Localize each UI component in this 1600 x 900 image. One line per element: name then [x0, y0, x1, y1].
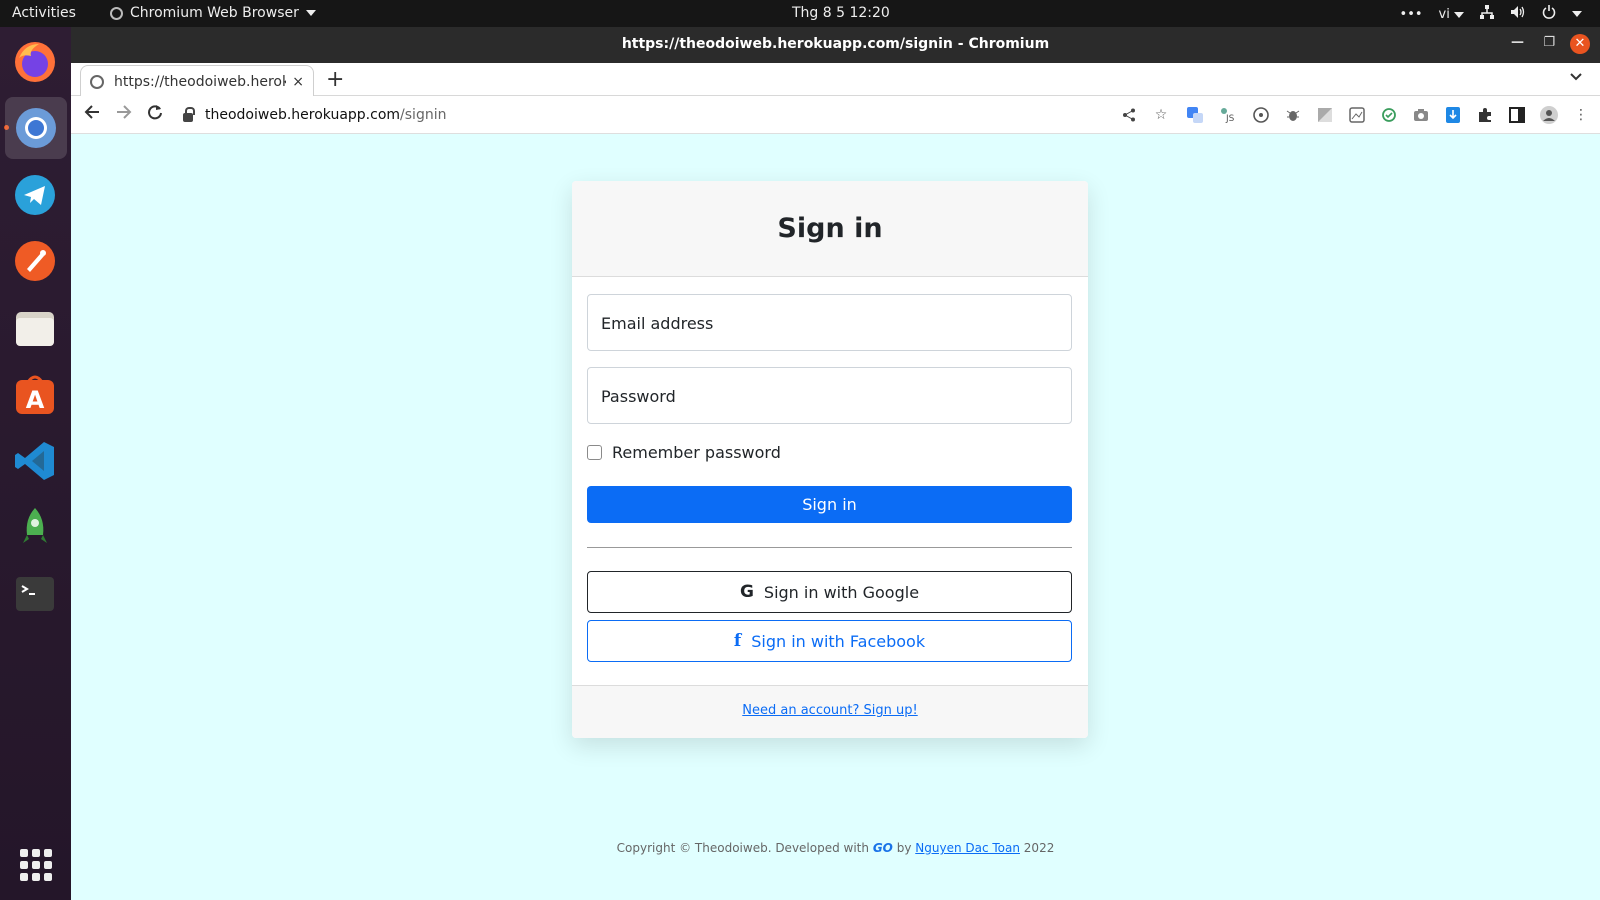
clock[interactable]: Thg 8 5 12:20: [792, 5, 890, 21]
tab-title: https://theodoiweb.herokuapp.com/signin: [114, 73, 287, 90]
minimize-icon[interactable]: —: [1511, 35, 1524, 50]
password-placeholder: Password: [601, 387, 676, 406]
chevron-down-icon: [1454, 11, 1464, 18]
extensions-puzzle-icon[interactable]: [1476, 106, 1494, 124]
close-window-icon[interactable]: ✕: [1570, 34, 1590, 54]
signup-link[interactable]: Need an account? Sign up!: [742, 703, 917, 718]
page-title: Sign in: [777, 213, 883, 244]
clipboard-extension-icon[interactable]: [1380, 106, 1398, 124]
bug-extension-icon[interactable]: [1284, 106, 1302, 124]
terminal-icon[interactable]: [12, 571, 58, 617]
new-tab-button[interactable]: +: [326, 67, 344, 92]
copyright-by: by: [896, 841, 912, 855]
profile-avatar-icon[interactable]: [1540, 106, 1558, 124]
telegram-icon[interactable]: [12, 172, 58, 218]
remember-password-checkbox[interactable]: [587, 445, 602, 460]
tab-search-icon[interactable]: [1570, 69, 1582, 85]
download-extension-icon[interactable]: [1444, 106, 1462, 124]
network-icon[interactable]: [1480, 5, 1494, 23]
google-signin-label: Sign in with Google: [763, 582, 920, 602]
chevron-down-icon: [305, 10, 316, 16]
restore-icon[interactable]: ❐: [1543, 35, 1555, 50]
tab-signin[interactable]: https://theodoiweb.herokuapp.com/signin …: [80, 65, 314, 97]
close-tab-icon[interactable]: ×: [292, 74, 304, 90]
postman-icon[interactable]: [12, 238, 58, 284]
facebook-signin-button[interactable]: f Sign in with Facebook: [587, 620, 1072, 662]
copyright-text: Copyright © Theodoiweb. Developed with: [616, 841, 869, 855]
translate-extension-icon[interactable]: [1184, 106, 1206, 124]
signin-button[interactable]: Sign in: [587, 486, 1072, 523]
tab-strip: https://theodoiweb.herokuapp.com/signin …: [71, 63, 1600, 97]
go-logo-icon: GO: [872, 841, 893, 855]
input-language[interactable]: vi: [1439, 7, 1464, 22]
activities-button[interactable]: Activities: [12, 5, 76, 21]
toolbar-icons: ☆ JS ⋮: [1120, 106, 1590, 124]
app-center-icon[interactable]: A: [12, 371, 58, 417]
globe-icon: [90, 74, 104, 89]
facebook-icon: f: [733, 631, 742, 651]
side-panel-icon[interactable]: [1508, 106, 1526, 124]
author-link[interactable]: Nguyen Dac Toan: [915, 841, 1020, 855]
divider: [587, 547, 1072, 548]
app-menu-label: Chromium Web Browser: [130, 5, 299, 21]
lock-icon[interactable]: [183, 106, 195, 122]
copyright-year: 2022: [1023, 841, 1055, 855]
vscode-icon[interactable]: [12, 438, 58, 484]
rocket-icon[interactable]: [12, 504, 58, 550]
firefox-icon[interactable]: [12, 39, 58, 85]
page-content: Sign in Email address Password Remember …: [71, 134, 1600, 900]
power-icon[interactable]: [1542, 5, 1556, 23]
email-field[interactable]: Email address: [587, 294, 1072, 351]
dock: A: [0, 27, 71, 900]
chromium-small-icon: [110, 6, 123, 20]
js-extension-icon[interactable]: JS: [1220, 106, 1238, 124]
camera-icon[interactable]: [1412, 106, 1430, 124]
show-applications-icon[interactable]: [20, 849, 52, 881]
svg-text:A: A: [26, 386, 45, 414]
google-icon: G: [739, 582, 754, 602]
card-footer: Need an account? Sign up!: [572, 685, 1088, 738]
card-header: Sign in: [572, 181, 1088, 277]
url-path: /signin: [400, 107, 447, 123]
more-icon[interactable]: •••: [1400, 7, 1423, 22]
window-titlebar[interactable]: https://theodoiweb.herokuapp.com/signin …: [71, 27, 1600, 63]
svg-text:JS: JS: [1225, 114, 1235, 123]
back-icon[interactable]: [84, 104, 100, 125]
reload-icon[interactable]: [147, 104, 163, 125]
remember-password-row[interactable]: Remember password: [587, 443, 781, 462]
window-title: https://theodoiweb.herokuapp.com/signin …: [621, 36, 1050, 52]
bookmark-star-icon[interactable]: ☆: [1152, 106, 1170, 124]
copyright-footer: Copyright © Theodoiweb. Developed with G…: [71, 841, 1600, 855]
google-signin-button[interactable]: G Sign in with Google: [587, 571, 1072, 613]
share-icon[interactable]: [1120, 106, 1138, 124]
system-tray[interactable]: ••• vi: [1400, 5, 1582, 23]
forward-icon[interactable]: [116, 104, 132, 125]
image-extension-icon[interactable]: [1348, 106, 1366, 124]
files-icon[interactable]: [12, 305, 58, 351]
signin-card: Sign in Email address Password Remember …: [572, 181, 1088, 738]
password-field[interactable]: Password: [587, 367, 1072, 424]
system-top-bar: Activities Chromium Web Browser Thg 8 5 …: [0, 0, 1600, 27]
volume-icon[interactable]: [1510, 5, 1526, 23]
chevron-down-icon[interactable]: [1572, 11, 1582, 17]
more-menu-icon[interactable]: ⋮: [1572, 106, 1590, 124]
email-placeholder: Email address: [601, 314, 714, 333]
remember-password-label[interactable]: Remember password: [612, 443, 781, 462]
browser-window: https://theodoiweb.herokuapp.com/signin …: [71, 27, 1600, 900]
chromium-icon[interactable]: [5, 97, 67, 159]
browser-toolbar: theodoiweb.herokuapp.com/signin ☆ JS ⋮: [71, 96, 1600, 134]
extension-circle-icon[interactable]: [1252, 106, 1270, 124]
facebook-signin-label: Sign in with Facebook: [751, 631, 926, 651]
address-bar[interactable]: theodoiweb.herokuapp.com/signin: [183, 102, 1083, 128]
app-menu[interactable]: Chromium Web Browser: [110, 5, 316, 21]
url-host: theodoiweb.herokuapp.com: [205, 107, 401, 123]
gradient-extension-icon[interactable]: [1316, 106, 1334, 124]
